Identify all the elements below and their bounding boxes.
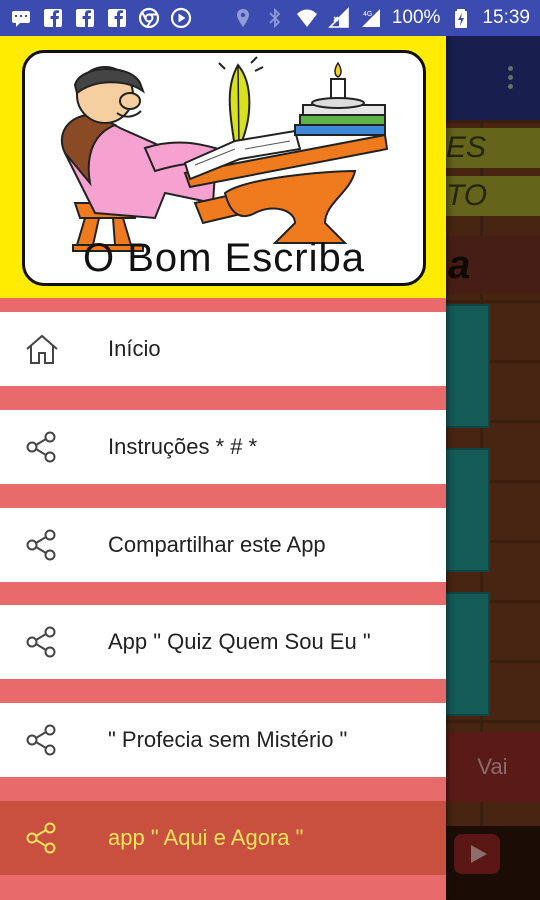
nav-item-compartilhar[interactable]: Compartilhar este App	[0, 508, 446, 582]
chat-icon	[10, 7, 32, 29]
signal-icon	[327, 7, 350, 29]
nav-item-label: Instruções * # *	[108, 434, 258, 459]
nav-item-aqui-e-agora[interactable]: app " Aqui e Agora "	[0, 801, 446, 875]
nav-item-label: Início	[108, 336, 161, 361]
share-icon	[24, 625, 60, 659]
signal-4g-icon: 4G	[360, 7, 382, 29]
nav-item-label: " Profecia sem Mistério "	[108, 727, 348, 752]
nav-item-label: Compartilhar este App	[108, 532, 326, 557]
facebook-icon	[106, 7, 128, 29]
nav-item-quiz-quem-sou-eu[interactable]: App " Quiz Quem Sou Eu "	[0, 605, 446, 679]
wifi-icon	[296, 7, 318, 29]
nav-item-profecia-sem-misterio[interactable]: " Profecia sem Mistério "	[0, 703, 446, 777]
navigation-drawer: O Bom Escriba Início Instruções * # * Co…	[0, 36, 446, 900]
app-title: O Bom Escriba	[83, 236, 365, 280]
battery-charging-icon	[450, 7, 472, 29]
scribe-illustration	[60, 56, 389, 252]
home-icon	[24, 332, 60, 366]
nav-item-label: app " Aqui e Agora "	[108, 825, 304, 850]
location-icon	[232, 7, 254, 29]
nav-item-label: App " Quiz Quem Sou Eu "	[108, 629, 371, 654]
bluetooth-icon	[264, 7, 286, 29]
media-icon	[170, 7, 192, 29]
chrome-icon	[138, 7, 160, 29]
facebook-icon	[42, 7, 64, 29]
share-icon	[24, 723, 60, 757]
battery-percent: 100%	[391, 7, 441, 28]
status-bar: 4G 100% 15:39	[0, 0, 540, 36]
nav-item-inicio[interactable]: Início	[0, 312, 446, 386]
nav-item-instrucoes[interactable]: Instruções * # *	[0, 410, 446, 484]
app-logo: O Bom Escriba	[22, 50, 426, 286]
drawer-header: O Bom Escriba	[0, 36, 446, 298]
facebook-icon	[74, 7, 96, 29]
svg-text:4G: 4G	[363, 11, 372, 18]
share-icon	[24, 430, 60, 464]
clock: 15:39	[482, 7, 530, 28]
share-icon	[24, 528, 60, 562]
share-icon	[24, 821, 60, 855]
